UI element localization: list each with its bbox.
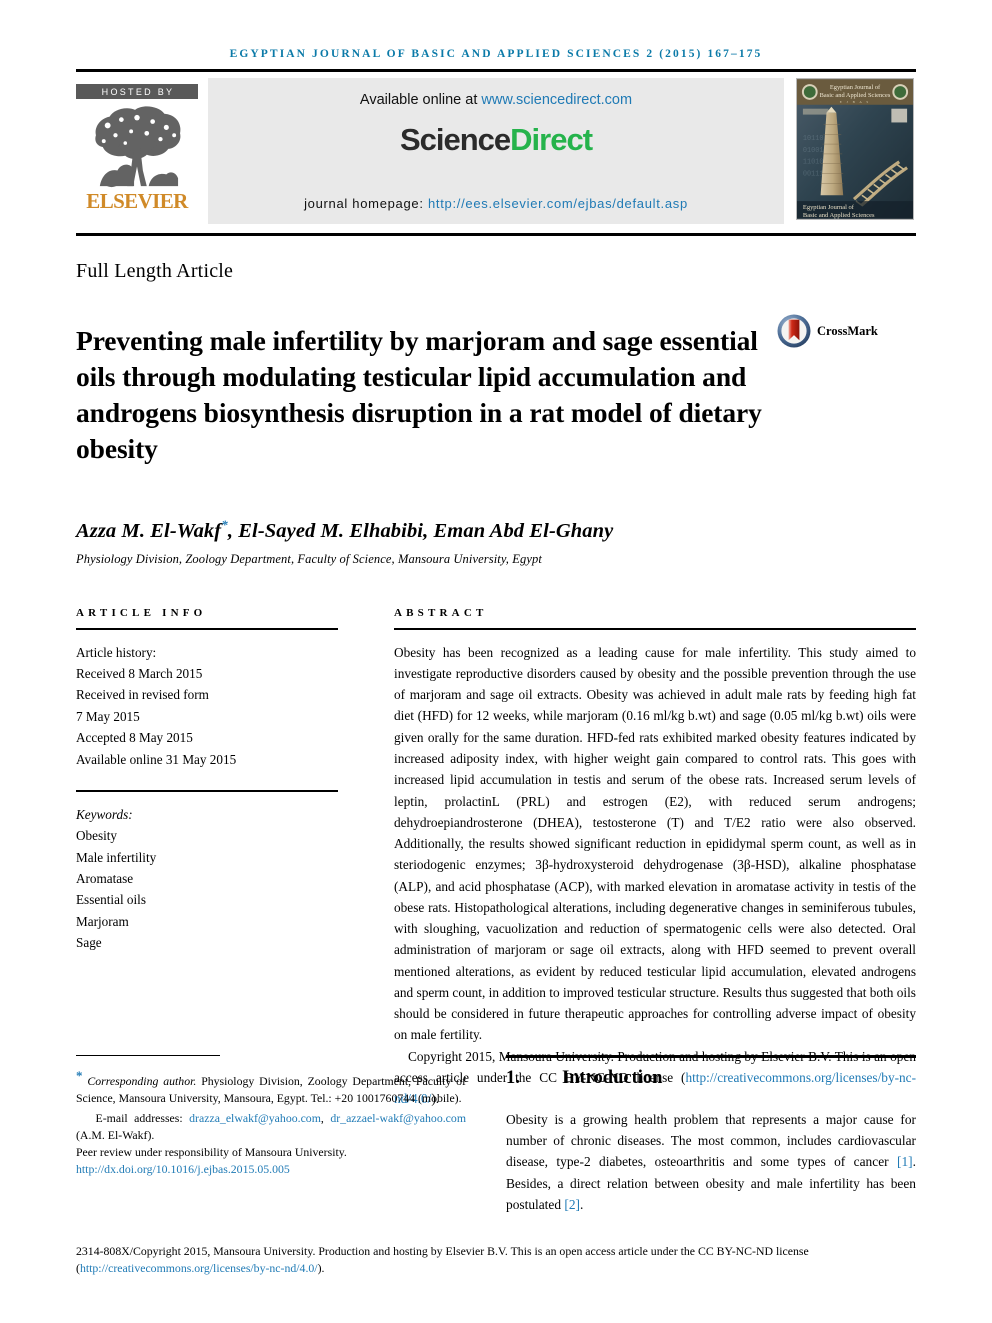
introduction-heading: 1. Introduction <box>506 1068 916 1089</box>
info-abstract-columns: ARTICLE INFO Article history: Received 8… <box>76 607 916 1110</box>
crossmark-label: CrossMark <box>817 323 878 338</box>
keywords-block: Keywords: Obesity Male infertility Aroma… <box>76 804 338 954</box>
history-item: Available online 31 May 2015 <box>76 751 237 767</box>
keyword-item: Male infertility <box>76 849 157 865</box>
history-item: Accepted 8 May 2015 <box>76 730 193 746</box>
journal-homepage-line: journal homepage: http://ees.elsevier.co… <box>208 196 784 211</box>
sciencedirect-link[interactable]: www.sciencedirect.com <box>481 92 632 108</box>
email-addresses-label: E-mail addresses: <box>95 1111 190 1126</box>
affiliation: Physiology Division, Zoology Department,… <box>76 551 542 566</box>
abstract-rule <box>394 627 916 630</box>
sciencedirect-panel: Available online at www.sciencedirect.co… <box>208 78 784 224</box>
keyword-item: Aromatase <box>76 871 134 887</box>
page-title: Preventing male infertility by marjoram … <box>76 325 762 464</box>
doi-line: http://dx.doi.org/10.1016/j.ejbas.2015.0… <box>76 1161 466 1178</box>
history-item: Received in revised form <box>76 687 209 703</box>
running-head: EGYPTIAN JOURNAL OF BASIC AND APPLIED SC… <box>229 48 763 60</box>
corresponding-author-marker: * <box>221 516 228 532</box>
keyword-item: Marjoram <box>76 913 129 929</box>
svg-text:10110: 10110 <box>803 135 824 143</box>
journal-homepage-label: journal homepage: <box>304 196 428 211</box>
journal-cover-block: Egyptian Journal of Basic and Applied Sc… <box>794 78 916 224</box>
author-primary: Azza M. El-Wakf <box>76 519 222 542</box>
email-attribution: (A.M. El-Wakf). <box>76 1128 155 1143</box>
bottom-license-link[interactable]: http://creativecommons.org/licenses/by-n… <box>80 1261 318 1275</box>
journal-homepage-link[interactable]: http://ees.elsevier.com/ejbas/default.as… <box>428 196 688 211</box>
article-info-heading: ARTICLE INFO <box>76 606 207 619</box>
article-info-column: ARTICLE INFO Article history: Received 8… <box>76 607 338 1110</box>
introduction-text-3: . <box>580 1196 584 1212</box>
corresponding-author-label: Corresponding author. <box>87 1073 197 1088</box>
article-history-label: Article history: <box>76 644 157 660</box>
article-first-page: EGYPTIAN JOURNAL OF BASIC AND APPLIED SC… <box>0 0 992 1323</box>
footnote-separator-rule <box>76 1055 220 1056</box>
footnotes-column: * Corresponding author. Physiology Divis… <box>76 1055 466 1215</box>
footnote-marker: * <box>76 1068 83 1083</box>
introduction-number: 1. <box>506 1068 520 1088</box>
history-item: 7 May 2015 <box>76 708 140 724</box>
svg-text:E J B A S: E J B A S <box>840 100 870 104</box>
keywords-label: Keywords: <box>76 806 133 822</box>
crossmark-icon <box>777 314 811 348</box>
sciencedirect-logo: ScienceDirect <box>399 122 593 158</box>
abstract-heading: ABSTRACT <box>394 606 488 619</box>
keyword-item: Sage <box>76 935 102 951</box>
abstract-column: ABSTRACT Obesity has been recognized as … <box>394 607 916 1110</box>
author-list: Azza M. El-Wakf*, El-Sayed M. Elhabibi, … <box>76 517 916 543</box>
email-note: E-mail addresses: drazza_elwakf@yahoo.co… <box>76 1110 466 1144</box>
elsevier-wordmark: ELSEVIER <box>86 189 188 213</box>
article-info-rule <box>76 627 338 630</box>
svg-text:01001: 01001 <box>803 147 824 155</box>
elsevier-logo-block: HOSTED BY ELSEVIER <box>76 78 198 224</box>
elsevier-tree-icon <box>95 106 181 188</box>
bottom-copyright-close: ). <box>317 1261 325 1276</box>
journal-cover-thumbnail: Egyptian Journal of Basic and Applied Sc… <box>796 78 914 220</box>
introduction-column: 1. Introduction Obesity is a growing hea… <box>506 1055 916 1215</box>
svg-text:Basic and Applied Sciences: Basic and Applied Sciences <box>820 92 891 99</box>
doi-link[interactable]: http://dx.doi.org/10.1016/j.ejbas.2015.0… <box>76 1162 290 1176</box>
crossmark-badge[interactable]: CrossMark <box>776 313 906 349</box>
introduction-body: Obesity is a growing health problem that… <box>506 1109 916 1215</box>
keyword-item: Essential oils <box>76 892 146 908</box>
email-link-secondary[interactable]: dr_azzael-wakf@yahoo.com <box>330 1111 466 1125</box>
available-online-label: Available online at <box>359 92 482 108</box>
introduction-rule <box>506 1055 916 1058</box>
article-type-label: Full Length Article <box>76 260 234 282</box>
article-history: Article history: Received 8 March 2015 R… <box>76 642 338 770</box>
sciencedirect-logo-science: Science <box>399 122 511 157</box>
svg-text:Basic and Applied Sciences: Basic and Applied Sciences <box>803 212 875 219</box>
reference-link-1[interactable]: [1] <box>897 1154 913 1169</box>
footer-columns: * Corresponding author. Physiology Divis… <box>76 1055 916 1215</box>
title-row: Preventing male infertility by marjoram … <box>76 305 916 485</box>
email-separator: , <box>320 1111 331 1126</box>
email-link-primary[interactable]: drazza_elwakf@yahoo.com <box>189 1111 321 1125</box>
svg-text:11010: 11010 <box>803 159 824 167</box>
hosted-by-banner: HOSTED BY <box>76 84 198 99</box>
reference-link-2[interactable]: [2] <box>564 1197 580 1212</box>
available-online-line: Available online at www.sciencedirect.co… <box>360 92 632 108</box>
svg-text:Egyptian Journal of: Egyptian Journal of <box>830 84 881 91</box>
history-item: Received 8 March 2015 <box>76 666 203 682</box>
introduction-text-1: Obesity is a growing health problem that… <box>506 1112 916 1170</box>
corresponding-author-note: * Corresponding author. Physiology Divis… <box>76 1067 466 1106</box>
introduction-title: Introduction <box>562 1068 663 1088</box>
abstract-paragraph: Obesity has been recognized as a leading… <box>394 644 916 1043</box>
bottom-copyright-note: 2314-808X/Copyright 2015, Mansoura Unive… <box>76 1243 916 1277</box>
abstract-body: Obesity has been recognized as a leading… <box>394 642 916 1110</box>
keywords-rule <box>76 789 338 792</box>
header-rule-bottom <box>76 233 916 236</box>
sciencedirect-logo-direct: Direct <box>510 122 593 157</box>
journal-masthead: HOSTED BY ELSEVIER Available online at w… <box>76 78 916 224</box>
keyword-item: Obesity <box>76 828 118 844</box>
svg-text:00111: 00111 <box>803 171 824 179</box>
peer-review-note: Peer review under responsibility of Mans… <box>76 1144 347 1159</box>
author-others: , El-Sayed M. Elhabibi, Eman Abd El-Ghan… <box>227 519 614 542</box>
header-rule-top <box>76 69 916 72</box>
svg-text:Egyptian Journal of: Egyptian Journal of <box>803 204 855 211</box>
